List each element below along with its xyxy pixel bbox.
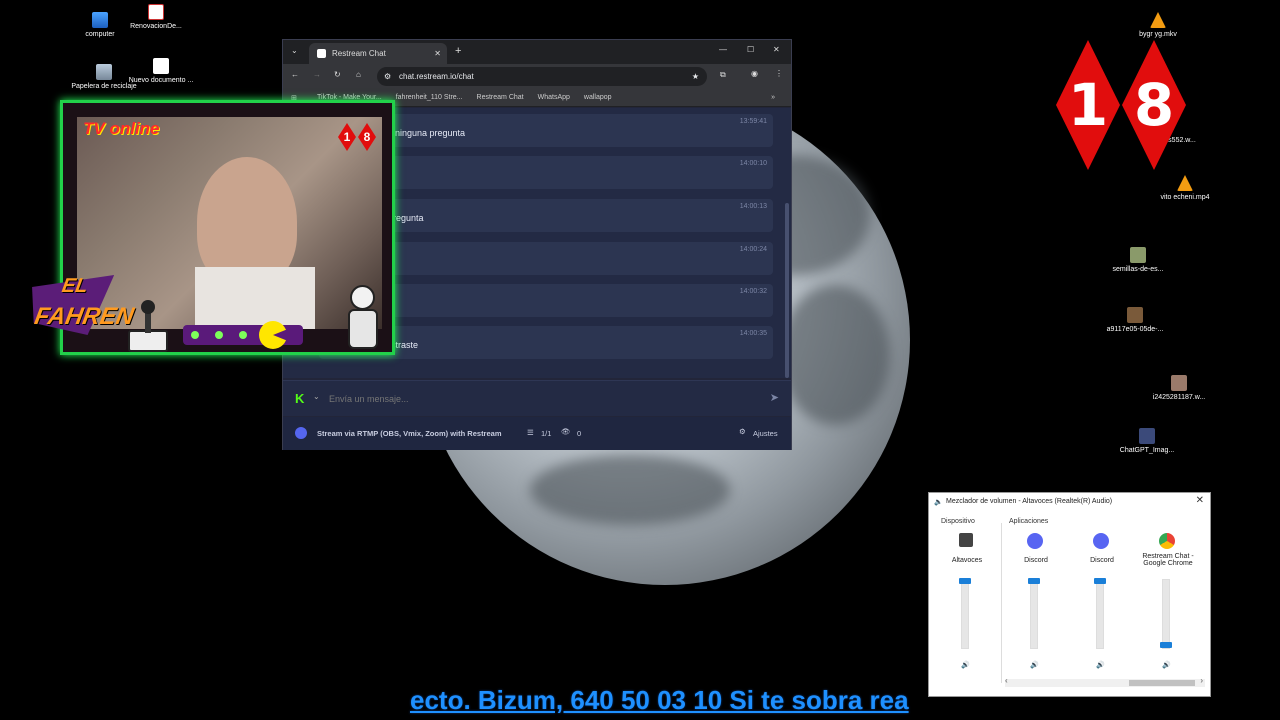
viewers-count: 0 [577, 429, 582, 438]
discord-icon [1027, 533, 1043, 549]
volume-knob[interactable] [1028, 578, 1040, 584]
settings-gear-icon[interactable]: ⚙ [739, 427, 746, 436]
pdf-file-icon [148, 4, 164, 20]
minimize-icon[interactable]: — [719, 45, 727, 54]
scroll-right-icon[interactable]: › [1200, 676, 1203, 685]
image-file-icon [1130, 247, 1146, 263]
pacman-icon [259, 321, 287, 349]
volume-knob[interactable] [1160, 642, 1172, 648]
desktop-icon-vito[interactable]: vito echeni.mp4 [1150, 175, 1220, 202]
mixer-title: Mezclador de volumen - Altavoces (Realte… [946, 498, 1113, 505]
profile-icon[interactable]: ◉ [751, 69, 758, 78]
menu-icon[interactable]: ⋮ [775, 69, 783, 78]
overlay-title: TV online [83, 119, 160, 138]
tab-bar: ⌄ Restream Chat ✕ + — ☐ ✕ [283, 40, 791, 64]
volume-slider[interactable] [1094, 578, 1106, 649]
close-tab-icon[interactable]: ✕ [434, 49, 441, 58]
settings-button[interactable]: Ajustes [753, 429, 778, 438]
mute-toggle-icon[interactable]: 🔊 [961, 661, 970, 669]
site-info-icon[interactable]: ⚙ [384, 72, 391, 81]
stream-via-rtmp-link[interactable]: Stream via RTMP (OBS, Vmix, Zoom) with R… [317, 429, 502, 438]
recycle-bin-icon [96, 64, 112, 80]
computer-icon [92, 12, 108, 28]
horizontal-scrollbar[interactable]: ‹ › [1005, 676, 1205, 687]
chat-footer: Stream via RTMP (OBS, Vmix, Zoom) with R… [283, 417, 791, 450]
channel-discord-1: Discord 🔊 [1003, 531, 1069, 681]
volume-slider[interactable] [1160, 579, 1172, 649]
close-window-icon[interactable]: ✕ [773, 45, 780, 54]
bookmark-star-icon[interactable]: ★ [692, 72, 699, 81]
apps-section-label: Aplicaciones [1009, 518, 1049, 525]
joystick-icon [128, 300, 168, 355]
viewers-icon: 👁 [561, 427, 571, 436]
volume-slider[interactable] [959, 578, 971, 649]
new-tab-icon[interactable]: + [455, 45, 461, 57]
desktop-icon-nuevo-documento[interactable]: Nuevo documento ... [126, 58, 196, 85]
vlc-icon [1150, 12, 1166, 28]
bookmark-fahrenheit[interactable]: fahrenheit_110 Stre... [396, 94, 463, 101]
device-section-label: Dispositivo [941, 518, 975, 525]
image-file-icon [1171, 375, 1187, 391]
close-mixer-icon[interactable]: ✕ [1196, 495, 1204, 506]
volume-mixer-window: 🔈 Mezclador de volumen - Altavoces (Real… [928, 492, 1211, 697]
scroll-left-icon[interactable]: ‹ [1005, 676, 1008, 685]
connections-count: 1/1 [541, 429, 552, 438]
desktop-icon-renovacion[interactable]: RenovacionDe... [121, 4, 191, 31]
address-toolbar: ← → ↻ ⌂ ⚙ chat.restream.io/chat ★ ⧉ ◉ ⋮ [283, 64, 791, 89]
back-icon[interactable]: ← [291, 70, 299, 79]
desktop-icon-chatgpt[interactable]: ChatGPT_Imag... [1112, 428, 1182, 455]
image-file-icon [1139, 428, 1155, 444]
bookmark-restream[interactable]: Restream Chat [477, 94, 524, 101]
desktop-icon-semillas[interactable]: semillas-de-es... [1103, 247, 1173, 274]
desktop: computer RenovacionDe... Papelera de rec… [0, 0, 1280, 720]
restream-favicon-icon [317, 49, 326, 58]
kick-platform-icon[interactable]: K [295, 391, 304, 406]
speaker-device-icon [959, 533, 973, 547]
chat-scrollbar[interactable] [785, 203, 789, 378]
address-bar[interactable]: ⚙ chat.restream.io/chat ★ [377, 67, 707, 86]
message-input[interactable] [329, 391, 749, 407]
scroll-thumb[interactable] [1129, 680, 1195, 686]
astronaut-sticker [340, 285, 385, 355]
restream-logo-icon [295, 427, 307, 439]
forward-icon[interactable]: → [313, 70, 321, 79]
bookmark-whatsapp[interactable]: WhatsApp [538, 94, 570, 101]
donation-ticker: ecto. Bizum, 640 50 03 10 Si te sobra re… [410, 685, 909, 715]
mute-toggle-icon[interactable]: 🔊 [1096, 661, 1105, 669]
compose-bar: K ⌄ ➤ [283, 380, 791, 416]
speaker-small-icon: 🔈 [934, 499, 943, 506]
more-bookmarks-icon[interactable]: » [771, 94, 775, 101]
tab-list-icon[interactable]: ⌄ [291, 46, 298, 55]
channel-discord-2: Discord 🔊 [1069, 531, 1135, 681]
desktop-icon-video-1[interactable]: bygr yg.mkv [1123, 12, 1193, 39]
streamer-shirt [195, 267, 315, 329]
maximize-icon[interactable]: ☐ [747, 45, 754, 54]
channel-altavoces: Altavoces 🔊 [934, 531, 1000, 681]
pacman-bar [183, 321, 303, 349]
vlc-icon [1177, 175, 1193, 191]
desktop-icon-i2425[interactable]: i2425281187.w... [1144, 375, 1214, 402]
volume-knob[interactable] [959, 578, 971, 584]
platform-dropdown-icon[interactable]: ⌄ [313, 392, 320, 401]
extensions-icon[interactable]: ⧉ [720, 70, 726, 80]
document-icon [153, 58, 169, 74]
home-icon[interactable]: ⌂ [356, 70, 361, 79]
tab-restream-chat[interactable]: Restream Chat ✕ [309, 43, 447, 64]
reload-icon[interactable]: ↻ [334, 70, 341, 79]
mute-toggle-icon[interactable]: 🔊 [1030, 661, 1039, 669]
send-icon[interactable]: ➤ [770, 391, 779, 404]
discord-icon [1093, 533, 1109, 549]
mute-toggle-icon[interactable]: 🔊 [1162, 661, 1171, 669]
bookmark-wallapop[interactable]: wallapop [584, 94, 612, 101]
desktop-icon-a9117[interactable]: a9117e05-05de-... [1100, 307, 1170, 334]
connections-icon: ☰ [527, 428, 534, 437]
overlay-age-badge: 1 8 [338, 123, 376, 151]
channel-restream-chrome: Restream Chat - Google Chrome 🔊 [1135, 531, 1201, 681]
image-file-icon [1127, 307, 1143, 323]
volume-slider[interactable] [1028, 578, 1040, 649]
chrome-icon [1159, 533, 1175, 549]
volume-knob[interactable] [1094, 578, 1106, 584]
